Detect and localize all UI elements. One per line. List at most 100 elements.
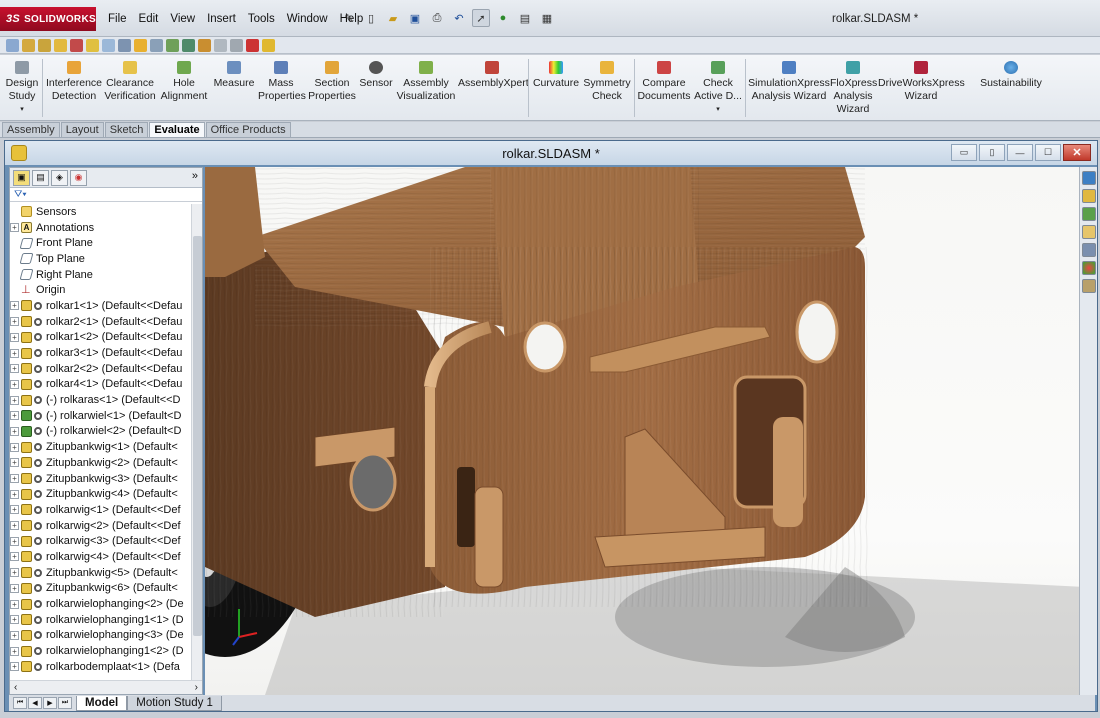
options-icon[interactable]: ▦ xyxy=(538,9,556,27)
feature-tree-item[interactable]: + rolkarwig<4> (Default<<Def xyxy=(10,549,192,565)
expand-toggle-icon[interactable]: + xyxy=(10,426,19,436)
feature-tree-item[interactable]: + rolkarwig<2> (Default<<Def xyxy=(10,518,192,534)
mass-properties-button[interactable]: Mass Properties xyxy=(258,61,306,103)
last-tab-icon[interactable]: ⏭ xyxy=(58,697,72,709)
expand-toggle-icon[interactable]: + xyxy=(10,568,19,578)
menu-window[interactable]: Window xyxy=(281,11,334,27)
driveworksxpress-button[interactable]: DriveWorksXpress Wizard xyxy=(878,61,965,103)
save-icon[interactable]: ▣ xyxy=(406,9,424,27)
property-manager-tab-icon[interactable]: ▤ xyxy=(32,169,49,186)
expand-toggle-icon[interactable]: + xyxy=(10,521,19,531)
feature-tree-item[interactable]: + rolkar4<1> (Default<<Defau xyxy=(10,377,192,393)
feature-tree-item[interactable]: + Zitupbankwig<5> (Default< xyxy=(10,565,192,581)
feature-tree-item[interactable]: + rolkarwielophanging1<1> (D xyxy=(10,612,192,628)
features-icon[interactable] xyxy=(198,38,211,52)
print-icon[interactable]: ⎙ xyxy=(428,9,446,27)
feature-tree-item[interactable]: + rolkar1<2> (Default<<Defau xyxy=(10,330,192,346)
feature-tree-item[interactable]: + rolkarwielophanging<3> (De xyxy=(10,628,192,644)
sum-icon[interactable] xyxy=(118,38,131,52)
appearance-icon[interactable] xyxy=(262,38,275,52)
move-icon[interactable] xyxy=(150,38,163,52)
expand-toggle-icon[interactable]: + xyxy=(10,536,19,546)
feature-tree-item[interactable]: Front Plane xyxy=(10,235,192,251)
smart-dimension-icon[interactable] xyxy=(22,38,35,52)
expand-toggle-icon[interactable]: + xyxy=(10,630,19,640)
interference-detection-button[interactable]: Interference Detection xyxy=(45,61,103,103)
feature-tree-item[interactable]: + rolkar2<2> (Default<<Defau xyxy=(10,361,192,377)
maximize-icon[interactable]: ☐ xyxy=(1035,144,1061,161)
feature-tree-item[interactable]: + Zitupbankwig<1> (Default< xyxy=(10,439,192,455)
feature-tree-item[interactable]: Right Plane xyxy=(10,267,192,283)
prev-tab-icon[interactable]: ◀ xyxy=(28,697,42,709)
hide-icon[interactable] xyxy=(230,38,243,52)
curvature-button[interactable]: Curvature xyxy=(532,61,580,90)
feature-tree-item[interactable]: + (-) rolkaras<1> (Default<<D xyxy=(10,392,192,408)
expand-toggle-icon[interactable]: + xyxy=(10,364,19,374)
design-library-icon[interactable] xyxy=(1082,207,1096,221)
explode-icon[interactable] xyxy=(166,38,179,52)
symmetry-check-button[interactable]: Symmetry Check xyxy=(582,61,632,103)
tab-layout[interactable]: Layout xyxy=(60,122,104,137)
hole-alignment-button[interactable]: Hole Alignment xyxy=(158,61,210,103)
file-properties-icon[interactable]: ▤ xyxy=(516,9,534,27)
feature-tree-item[interactable]: + rolkarwig<3> (Default<<Def xyxy=(10,533,192,549)
expand-toggle-icon[interactable]: + xyxy=(10,489,19,499)
feature-tree-item[interactable]: + rolkarwig<1> (Default<<Def xyxy=(10,502,192,518)
expand-toggle-icon[interactable]: + xyxy=(10,301,19,311)
expand-toggle-icon[interactable]: + xyxy=(10,442,19,452)
expand-toggle-icon[interactable]: + xyxy=(10,599,19,609)
expand-panel-icon[interactable]: » xyxy=(192,170,198,182)
undo-icon[interactable]: ↶ xyxy=(450,9,468,27)
feature-manager-tab-icon[interactable]: ▣ xyxy=(13,169,30,186)
graphics-area[interactable] xyxy=(205,167,1085,695)
display-manager-tab-icon[interactable]: ◉ xyxy=(70,169,87,186)
feature-tree-item[interactable]: + (-) rolkarwiel<2> (Default<D xyxy=(10,424,192,440)
next-tab-icon[interactable]: ▶ xyxy=(43,697,57,709)
table-icon[interactable] xyxy=(102,38,115,52)
feature-tree-item[interactable]: + Zitupbankwig<3> (Default< xyxy=(10,471,192,487)
feature-tree-item[interactable]: + rolkarwielophanging1<2> (D xyxy=(10,643,192,659)
compare-documents-button[interactable]: Compare Documents xyxy=(636,61,692,103)
menu-edit[interactable]: Edit xyxy=(133,11,165,27)
expand-toggle-icon[interactable]: + xyxy=(10,615,19,625)
expand-toggle-icon[interactable]: + xyxy=(10,662,19,672)
expand-toggle-icon[interactable]: + xyxy=(10,552,19,562)
vertical-scrollbar[interactable] xyxy=(191,204,202,680)
part-icon[interactable] xyxy=(54,38,67,52)
simulationxpress-button[interactable]: SimulationXpress Analysis Wizard xyxy=(748,61,830,103)
expand-toggle-icon[interactable]: + xyxy=(10,379,19,389)
balloon-icon[interactable] xyxy=(38,38,51,52)
expand-toggle-icon[interactable]: + xyxy=(10,583,19,593)
pin-icon[interactable]: ✎ xyxy=(340,9,358,27)
expand-toggle-icon[interactable]: + xyxy=(10,223,19,233)
home-icon[interactable] xyxy=(1082,189,1096,203)
feature-tree-item[interactable]: Sensors xyxy=(10,204,192,220)
configuration-manager-tab-icon[interactable]: ◈ xyxy=(51,169,68,186)
tab-assembly[interactable]: Assembly xyxy=(2,122,60,137)
view-palette-icon[interactable] xyxy=(1082,243,1096,257)
tab-evaluate[interactable]: Evaluate xyxy=(149,122,205,137)
sustainability-button[interactable]: Sustainability xyxy=(978,61,1044,90)
first-tab-icon[interactable]: ⏮ xyxy=(13,697,27,709)
feature-tree-item[interactable]: Top Plane xyxy=(10,251,192,267)
tile-horizontal-icon[interactable]: ▭ xyxy=(951,144,977,161)
feature-tree-item[interactable]: + Zitupbankwig<6> (Default< xyxy=(10,581,192,597)
rebuild-icon[interactable]: ● xyxy=(494,9,512,27)
feature-tree-item[interactable]: + A Annotations xyxy=(10,220,192,236)
feature-filter[interactable]: ⛛▾ xyxy=(10,188,202,202)
new-document-icon[interactable]: ▯ xyxy=(362,9,380,27)
tile-vertical-icon[interactable]: ▯ xyxy=(979,144,1005,161)
section-properties-button[interactable]: Section Properties xyxy=(308,61,356,103)
expand-toggle-icon[interactable]: + xyxy=(10,411,19,421)
expand-toggle-icon[interactable]: + xyxy=(10,505,19,515)
expand-toggle-icon[interactable]: + xyxy=(10,332,19,342)
expand-toggle-icon[interactable]: + xyxy=(10,348,19,358)
scroll-left-icon[interactable]: ‹ xyxy=(14,682,17,693)
select-icon[interactable]: ➚ xyxy=(472,9,490,27)
feature-tree-item[interactable]: + rolkar3<1> (Default<<Defau xyxy=(10,345,192,361)
assemblyxpert-button[interactable]: AssemblyXpert xyxy=(458,61,529,90)
scroll-right-icon[interactable]: › xyxy=(195,682,198,693)
horizontal-scrollbar[interactable]: ‹ › xyxy=(10,680,202,694)
menu-tools[interactable]: Tools xyxy=(242,11,281,27)
clearance-verification-button[interactable]: Clearance Verification xyxy=(104,61,156,103)
